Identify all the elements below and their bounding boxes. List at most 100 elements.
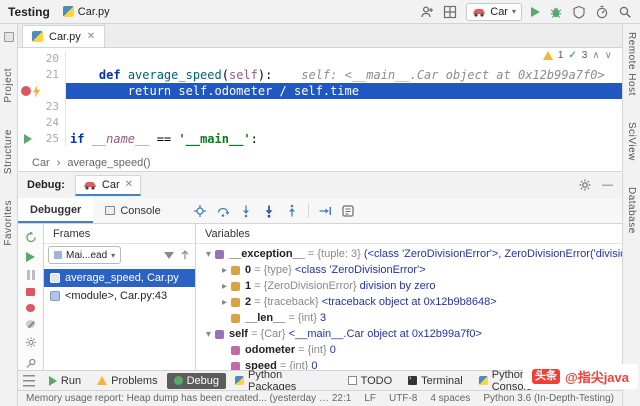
- variable-value: 0: [330, 344, 336, 356]
- prev-issue-icon[interactable]: ∧: [592, 50, 599, 61]
- profiler-icon[interactable]: [595, 5, 609, 19]
- variable-row[interactable]: ▸1 = {ZeroDivisionError} division by zer…: [196, 278, 622, 294]
- breakpoint-icon[interactable]: [21, 86, 31, 96]
- share-user-icon[interactable]: [420, 5, 434, 19]
- mute-breakpoints-icon[interactable]: [26, 320, 35, 328]
- run-button[interactable]: [531, 7, 540, 17]
- breadcrumb-method[interactable]: average_speed(): [67, 157, 150, 169]
- settings-gear-icon[interactable]: [578, 178, 592, 192]
- tree-toggle-icon[interactable]: ▾: [202, 249, 215, 260]
- code-editor[interactable]: 2021 def average_speed(self): self: <__m…: [18, 48, 622, 154]
- run-line-icon[interactable]: [24, 134, 32, 144]
- toolwindow-button-debug[interactable]: Debug: [167, 373, 226, 389]
- tab-console[interactable]: Console: [93, 198, 172, 223]
- tree-toggle-icon[interactable]: ▸: [218, 297, 231, 308]
- step-into-my-code-icon[interactable]: [262, 204, 276, 218]
- file-breadcrumb[interactable]: Car.py: [63, 6, 110, 18]
- step-out-icon[interactable]: [285, 204, 299, 218]
- code-text[interactable]: [66, 115, 622, 131]
- python-file-icon: [32, 31, 43, 42]
- toolwindow-button-label: Run: [61, 375, 81, 387]
- variable-type: {Car}: [261, 328, 289, 340]
- status-message[interactable]: Memory usage report: Heap dump has been …: [26, 393, 332, 404]
- code-text[interactable]: [66, 99, 622, 115]
- coverage-icon[interactable]: [572, 5, 586, 19]
- evaluate-expression-icon[interactable]: [341, 204, 355, 218]
- minimize-icon[interactable]: —: [602, 179, 613, 191]
- close-tab-icon[interactable]: ✕: [87, 31, 95, 42]
- code-text[interactable]: def average_speed(self): self: <__main__…: [66, 67, 622, 83]
- layout-grid-icon[interactable]: [443, 5, 457, 19]
- breadcrumb-class[interactable]: Car: [32, 157, 50, 169]
- project-tool-icon[interactable]: [4, 32, 14, 42]
- status-item[interactable]: Python 3.6 (In-Depth-Testing): [483, 393, 614, 404]
- search-everywhere-icon[interactable]: [618, 5, 632, 19]
- resume-program-icon[interactable]: [26, 252, 35, 262]
- debug-bug-button[interactable]: [549, 5, 563, 19]
- inspections-widget[interactable]: 1 ✓ 3 ∧ ∨: [541, 49, 614, 62]
- sidebar-item-sciview[interactable]: SciView: [626, 122, 637, 161]
- code-text[interactable]: [66, 51, 622, 67]
- toolwindow-button-todo[interactable]: TODO: [341, 373, 400, 389]
- show-execution-point-icon[interactable]: [193, 204, 207, 218]
- tree-toggle-icon[interactable]: ▸: [218, 265, 231, 276]
- status-item[interactable]: 22:1: [332, 393, 351, 404]
- status-item[interactable]: LF: [364, 393, 376, 404]
- toolwindow-switcher-icon[interactable]: [23, 375, 35, 387]
- code-line[interactable]: 20: [18, 51, 622, 67]
- code-text[interactable]: if __name__ == '__main__':: [66, 131, 622, 147]
- toolwindow-button-problems[interactable]: Problems: [90, 373, 164, 389]
- code-line[interactable]: return self.odometer / self.time: [18, 83, 622, 99]
- variable-row[interactable]: ▾__exception__ = {tuple: 3} (<class 'Zer…: [196, 246, 622, 262]
- status-item[interactable]: UTF-8: [389, 393, 417, 404]
- sidebar-item-database[interactable]: Database: [626, 187, 637, 234]
- code-line[interactable]: 24: [18, 115, 622, 131]
- variable-row[interactable]: odometer = {int} 0: [196, 342, 622, 358]
- toolwindow-button-run[interactable]: Run: [42, 373, 88, 389]
- titlebar: Testing Car.py Car ▾: [0, 0, 640, 24]
- terminal-icon: [408, 376, 417, 385]
- tree-toggle-icon[interactable]: ▾: [202, 329, 215, 340]
- next-issue-icon[interactable]: ∨: [605, 50, 612, 61]
- debug-session-tab[interactable]: Car ✕: [75, 175, 141, 196]
- gutter-icons: [18, 134, 44, 144]
- pause-icon[interactable]: [27, 270, 35, 280]
- stop-icon[interactable]: [26, 288, 35, 296]
- close-session-icon[interactable]: ✕: [125, 179, 133, 190]
- equals-sign: =: [248, 328, 261, 340]
- code-line[interactable]: 25if __name__ == '__main__':: [18, 131, 622, 147]
- toolwindow-button-terminal[interactable]: Terminal: [401, 373, 470, 389]
- thread-icon: [54, 251, 62, 259]
- sidebar-item-remote-host[interactable]: Remote Host: [626, 32, 637, 96]
- run-configuration-select[interactable]: Car ▾: [466, 3, 522, 21]
- code-line[interactable]: 21 def average_speed(self): self: <__mai…: [18, 67, 622, 83]
- step-into-icon[interactable]: [239, 204, 253, 218]
- run-to-cursor-icon[interactable]: [318, 204, 332, 218]
- sidebar-item-project[interactable]: Project: [3, 68, 14, 103]
- thread-selector[interactable]: Mai...ead ▾: [48, 246, 121, 264]
- settings-gear-icon[interactable]: [24, 336, 38, 349]
- frame-row[interactable]: average_speed, Car.py: [44, 269, 195, 287]
- variable-row[interactable]: __len__ = {int} 3: [196, 310, 622, 326]
- hide-frames-filter-icon[interactable]: [164, 252, 174, 259]
- status-item[interactable]: 4 spaces: [430, 393, 470, 404]
- variable-icon: [231, 282, 240, 291]
- pin-icon[interactable]: [24, 357, 38, 370]
- tab-debugger[interactable]: Debugger: [18, 198, 93, 223]
- variable-row[interactable]: ▸0 = {type} <class 'ZeroDivisionError'>: [196, 262, 622, 278]
- variable-row[interactable]: ▾self = {Car} <__main__.Car object at 0x…: [196, 326, 622, 342]
- code-line[interactable]: 23: [18, 99, 622, 115]
- sidebar-item-structure[interactable]: Structure: [3, 129, 14, 174]
- step-over-icon[interactable]: [216, 204, 230, 218]
- tree-toggle-icon[interactable]: ▸: [218, 281, 231, 292]
- frame-label: average_speed, Car.py: [65, 272, 179, 284]
- rerun-icon[interactable]: [24, 231, 38, 244]
- code-text[interactable]: return self.odometer / self.time: [66, 83, 622, 99]
- sidebar-item-favorites[interactable]: Favorites: [3, 200, 14, 246]
- variables-list: ▾__exception__ = {tuple: 3} (<class 'Zer…: [196, 244, 622, 370]
- view-breakpoints-icon[interactable]: [26, 304, 35, 312]
- editor-tab-carpy[interactable]: Car.py ✕: [22, 25, 105, 47]
- previous-frame-icon[interactable]: [179, 249, 191, 261]
- frame-row[interactable]: <module>, Car.py:43: [44, 287, 195, 305]
- variable-row[interactable]: ▸2 = {traceback} <traceback object at 0x…: [196, 294, 622, 310]
